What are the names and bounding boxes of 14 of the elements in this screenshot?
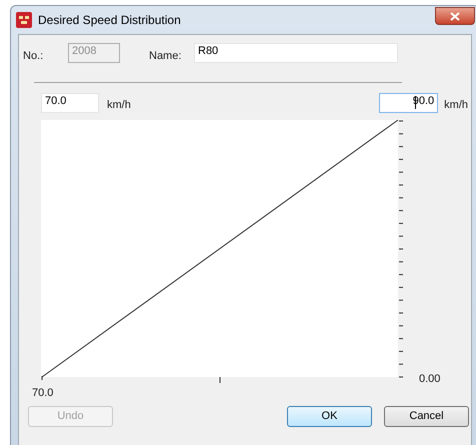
number-label: No.: [23, 48, 44, 64]
min-speed-field[interactable]: 70.0 [41, 93, 99, 113]
cancel-button[interactable]: Cancel [384, 406, 469, 426]
ok-button[interactable]: OK [287, 406, 372, 426]
close-icon [450, 12, 460, 20]
name-field[interactable]: R80 [194, 43, 398, 63]
name-label: Name: [149, 48, 182, 64]
window-title: Desired Speed Distribution [38, 12, 181, 29]
app-icon [16, 12, 32, 28]
unit-label: km/h [107, 98, 131, 113]
y-axis-label: 0.00 [419, 372, 440, 385]
x-axis-label: 70.0 [32, 386, 54, 401]
close-button[interactable] [435, 7, 475, 25]
unit-label: km/h [444, 98, 468, 113]
